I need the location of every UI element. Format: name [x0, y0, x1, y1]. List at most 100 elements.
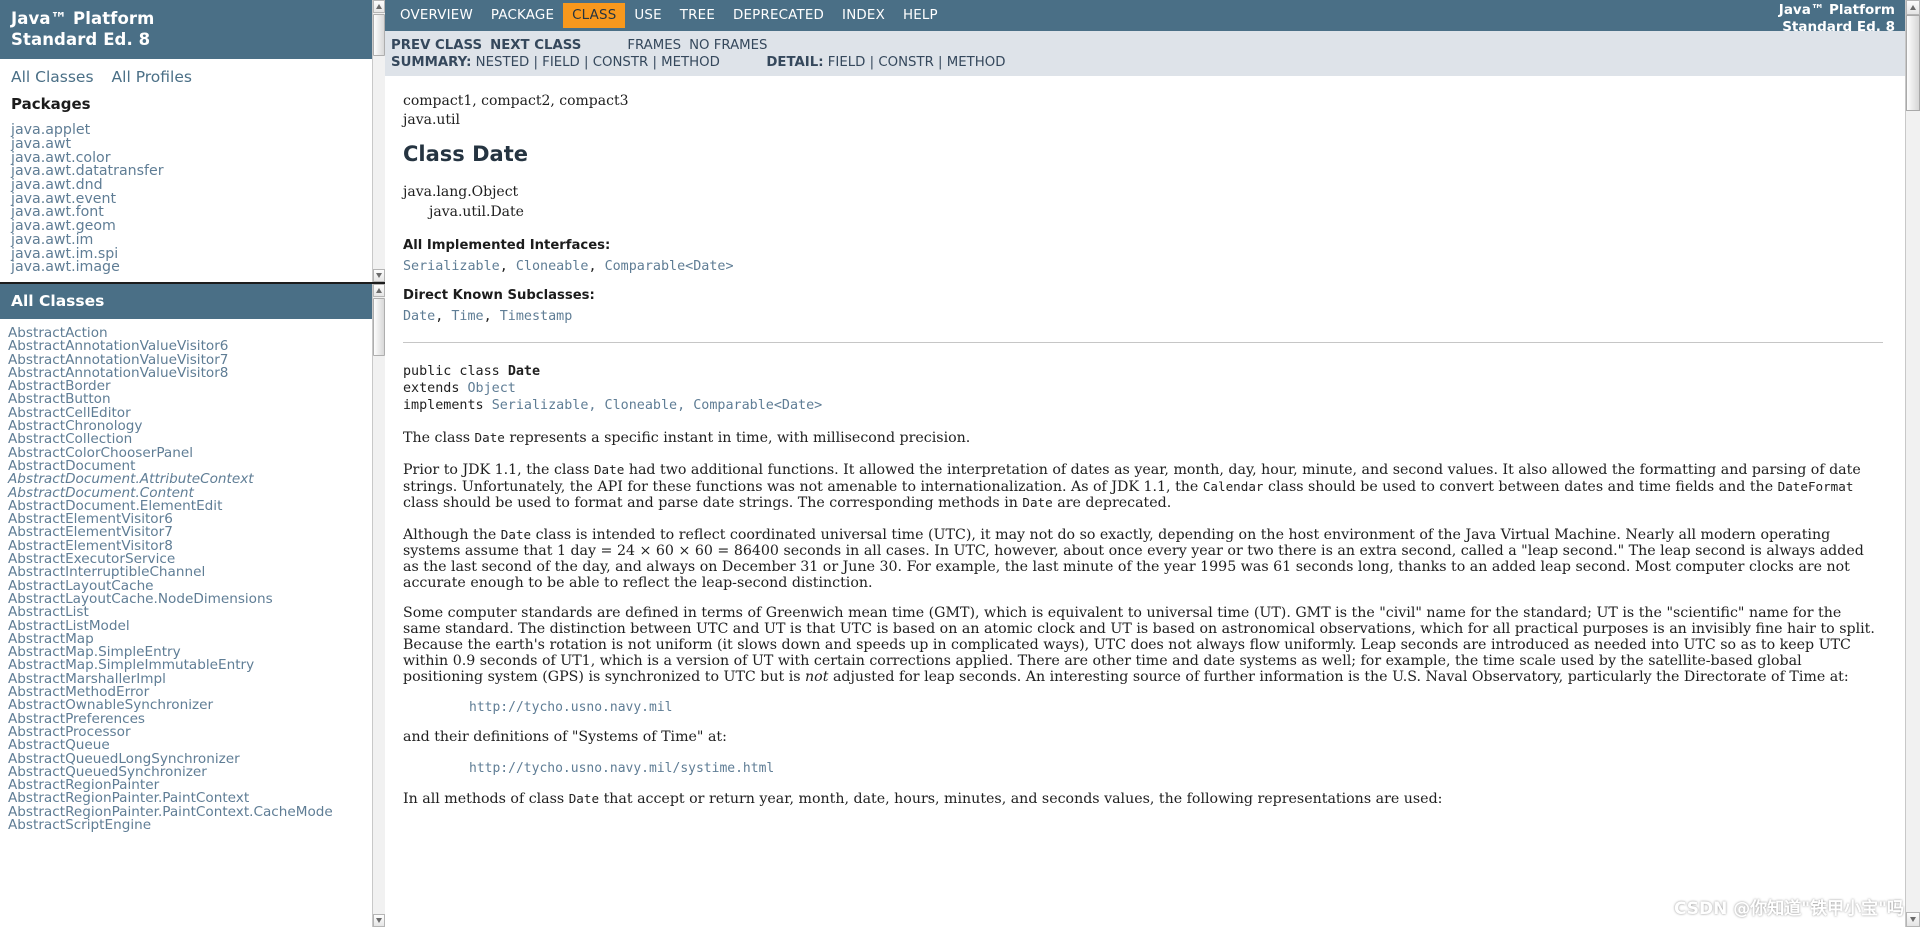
summary-link-method[interactable]: METHOD	[661, 55, 720, 70]
summary-link-field[interactable]: FIELD	[542, 55, 580, 70]
decl-class-name: Date	[507, 364, 541, 379]
separator: |	[865, 55, 879, 70]
detail-label: DETAIL:	[766, 55, 824, 70]
scroll-down-button[interactable]	[1906, 912, 1920, 927]
package-frame-scrollbar[interactable]	[372, 0, 385, 282]
top-nav-item-class[interactable]: CLASS	[563, 3, 626, 28]
top-nav-item-help[interactable]: HELP	[894, 3, 947, 28]
description-paragraph-3: Although the Date class is intended to r…	[403, 527, 1864, 591]
description-paragraph-1: The class Date represents a specific ins…	[403, 430, 971, 446]
package-line: java.util	[403, 112, 460, 128]
description-paragraph-5: and their definitions of "Systems of Tim…	[403, 729, 727, 746]
top-nav-item-tree[interactable]: TREE	[671, 3, 724, 28]
class-link[interactable]: AbstractScriptEngine	[8, 817, 151, 833]
usno-url-link[interactable]: http://tycho.usno.navy.mil	[469, 700, 1883, 715]
class-declaration: public class Date extends Object impleme…	[403, 363, 1883, 414]
subnav-row-classnav: PREV CLASS NEXT CLASS FRAMES NO FRAMES	[391, 37, 1905, 54]
implemented-interface-link[interactable]: Comparable<Date>	[605, 259, 734, 274]
separator: ,	[483, 309, 500, 324]
implemented-interface-link[interactable]: Cloneable	[516, 259, 589, 274]
all-classes-frame: All Classes AbstractAction AbstractAnnota…	[0, 282, 385, 927]
class-frame-scrollbar[interactable]	[372, 284, 385, 927]
detail-link-field[interactable]: FIELD	[828, 55, 866, 70]
class-list: AbstractAction AbstractAnnotationValueVis…	[0, 319, 372, 832]
all-classes-content: All Classes AbstractAction AbstractAnnota…	[0, 284, 372, 927]
separator: ,	[588, 259, 605, 274]
scroll-down-button[interactable]	[373, 914, 385, 927]
inheritance-current: java.util.Date	[429, 204, 524, 220]
decl-superclass[interactable]: Object	[468, 381, 516, 396]
scrollbar-thumb[interactable]	[1906, 15, 1920, 111]
package-link[interactable]: java.awt.image	[11, 259, 120, 275]
implemented-interfaces-label: All Implemented Interfaces:	[403, 238, 611, 253]
chevron-up-icon	[1910, 5, 1916, 10]
main-frame-content: OVERVIEW PACKAGE CLASS USE TREE DEPRECATED IND…	[385, 0, 1905, 927]
packages-heading: Packages	[11, 95, 91, 114]
top-nav-item-package[interactable]: PACKAGE	[482, 3, 563, 28]
scrollbar-thumb[interactable]	[373, 14, 385, 56]
subclass-link[interactable]: Date	[403, 309, 435, 324]
brand-line-2: Standard Ed. 8	[11, 30, 151, 50]
detail-items: FIELD | CONSTR | METHOD	[828, 55, 1006, 70]
summary-label: SUMMARY:	[391, 55, 472, 70]
top-navigation-bar: OVERVIEW PACKAGE CLASS USE TREE DEPRECATED IND…	[385, 0, 1905, 35]
next-class-link[interactable]: NEXT CLASS	[490, 38, 581, 53]
systime-url-link[interactable]: http://tycho.usno.navy.mil/systime.html	[469, 761, 1883, 776]
class-list-item: AbstractScriptEngine	[8, 817, 372, 833]
subclasses-label: Direct Known Subclasses:	[403, 288, 595, 303]
page-title: Class Date	[403, 142, 528, 166]
brand-title: Java™ Platform Standard Ed. 8	[0, 0, 372, 60]
implemented-interface-link[interactable]: Serializable	[403, 259, 500, 274]
frames-link[interactable]: FRAMES	[627, 38, 681, 53]
frame-links-row: All Classes All Profiles	[0, 59, 372, 92]
top-nav-item-overview[interactable]: OVERVIEW	[391, 3, 482, 28]
decl-interfaces[interactable]: Serializable, Cloneable, Comparable<Date…	[492, 398, 823, 413]
implemented-interfaces-list: Serializable, Cloneable, Comparable<Date…	[403, 259, 1883, 274]
chevron-down-icon	[1910, 917, 1916, 922]
divider	[403, 342, 1883, 343]
inheritance-tree: java.lang.Object java.util.Date	[403, 182, 1883, 222]
description-paragraph-6: In all methods of class Date that accept…	[403, 791, 1443, 808]
scroll-up-button[interactable]	[373, 0, 385, 13]
summary-link-constr[interactable]: CONSTR	[593, 55, 649, 70]
main-frame-scrollbar[interactable]	[1905, 0, 1920, 927]
decl-modifier: public class	[403, 364, 500, 379]
sub-navigation-bar: PREV CLASS NEXT CLASS FRAMES NO FRAMES SUMM…	[385, 31, 1905, 76]
all-classes-heading: All Classes	[0, 284, 372, 319]
no-frames-link[interactable]: NO FRAMES	[689, 38, 767, 53]
scrollbar-thumb[interactable]	[373, 298, 385, 356]
separator: ,	[499, 259, 516, 274]
package-list-frame: Java™ Platform Standard Ed. 8 All Classe…	[0, 0, 385, 282]
top-nav-item-index[interactable]: INDEX	[833, 3, 894, 28]
decl-implements-kw: implements	[403, 398, 484, 413]
separator: |	[579, 55, 593, 70]
top-nav-item-deprecated[interactable]: DEPRECATED	[724, 3, 833, 28]
separator: |	[933, 55, 947, 70]
package-list: java.applet java.awt java.awt.color java.aw…	[0, 115, 372, 275]
top-nav-item-use[interactable]: USE	[625, 3, 670, 28]
separator: ,	[435, 309, 452, 324]
package-list-item: java.awt.image	[11, 259, 372, 275]
separator: |	[648, 55, 662, 70]
prev-class-link[interactable]: PREV CLASS	[391, 38, 482, 53]
detail-link-method[interactable]: METHOD	[947, 55, 1006, 70]
scroll-down-button[interactable]	[373, 269, 385, 282]
subclass-link[interactable]: Time	[451, 309, 483, 324]
separator: |	[529, 55, 543, 70]
about-line-1: Java™ Platform	[1778, 2, 1895, 18]
chevron-up-icon	[376, 4, 382, 9]
chevron-down-icon	[376, 918, 382, 923]
all-profiles-link[interactable]: All Profiles	[112, 68, 192, 86]
scroll-up-button[interactable]	[1906, 0, 1920, 15]
scroll-up-button[interactable]	[373, 284, 385, 297]
summary-link-nested[interactable]: NESTED	[476, 55, 530, 70]
javadoc-app: Java™ Platform Standard Ed. 8 All Classe…	[0, 0, 1920, 927]
subclass-link[interactable]: Timestamp	[500, 309, 573, 324]
description-paragraph-4: Some computer standards are defined in t…	[403, 605, 1875, 685]
detail-link-constr[interactable]: CONSTR	[878, 55, 934, 70]
top-nav-list: OVERVIEW PACKAGE CLASS USE TREE DEPRECATED IND…	[391, 3, 947, 28]
chevron-down-icon	[376, 273, 382, 278]
all-classes-link[interactable]: All Classes	[11, 68, 94, 86]
brand-line-1: Java™ Platform	[11, 9, 155, 28]
inheritance-root[interactable]: java.lang.Object	[403, 184, 518, 200]
